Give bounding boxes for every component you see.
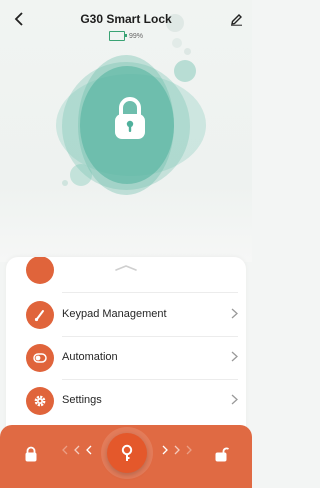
hero-bubble-decoration [184, 48, 191, 55]
menu-item-label: Automation [62, 351, 118, 363]
chevron-right-icon [231, 393, 238, 408]
menu-sheet: Keypad Management Automation Settings [6, 257, 246, 447]
lock-closed-icon [25, 446, 37, 462]
page-title: G30 Smart Lock [80, 12, 172, 26]
menu-item-automation[interactable]: Automation [6, 337, 246, 379]
app-header: G30 Smart Lock 99% [0, 0, 252, 44]
battery-indicator: 99% [0, 31, 252, 41]
menu-item-partial-icon [26, 257, 54, 284]
battery-icon [108, 31, 127, 41]
toggle-icon [26, 344, 54, 372]
unlock-slider-knob[interactable] [107, 433, 147, 473]
menu-item-partial[interactable] [6, 257, 246, 291]
keypad-pen-icon [26, 301, 54, 329]
divider [62, 292, 238, 293]
key-icon [121, 444, 133, 461]
lock-open-icon [215, 447, 229, 462]
chevron-right-icon [231, 307, 238, 322]
menu-item-settings[interactable]: Settings [6, 380, 246, 422]
left-arrows-icon [62, 445, 96, 458]
menu-item-label: Settings [62, 394, 102, 406]
right-arrows-icon [158, 445, 192, 458]
pencil-icon[interactable] [226, 9, 246, 29]
menu-item-keypad-management[interactable]: Keypad Management [6, 294, 246, 336]
battery-percent: 99% [128, 32, 143, 40]
chevron-right-icon [231, 350, 238, 365]
hero-bubble-decoration [174, 60, 196, 82]
menu-item-label: Keypad Management [62, 308, 167, 320]
unlock-slider-bar[interactable] [0, 425, 252, 488]
gear-icon [26, 387, 54, 415]
padlock-locked-icon[interactable] [110, 95, 150, 141]
hero-bubble-decoration [62, 180, 68, 186]
